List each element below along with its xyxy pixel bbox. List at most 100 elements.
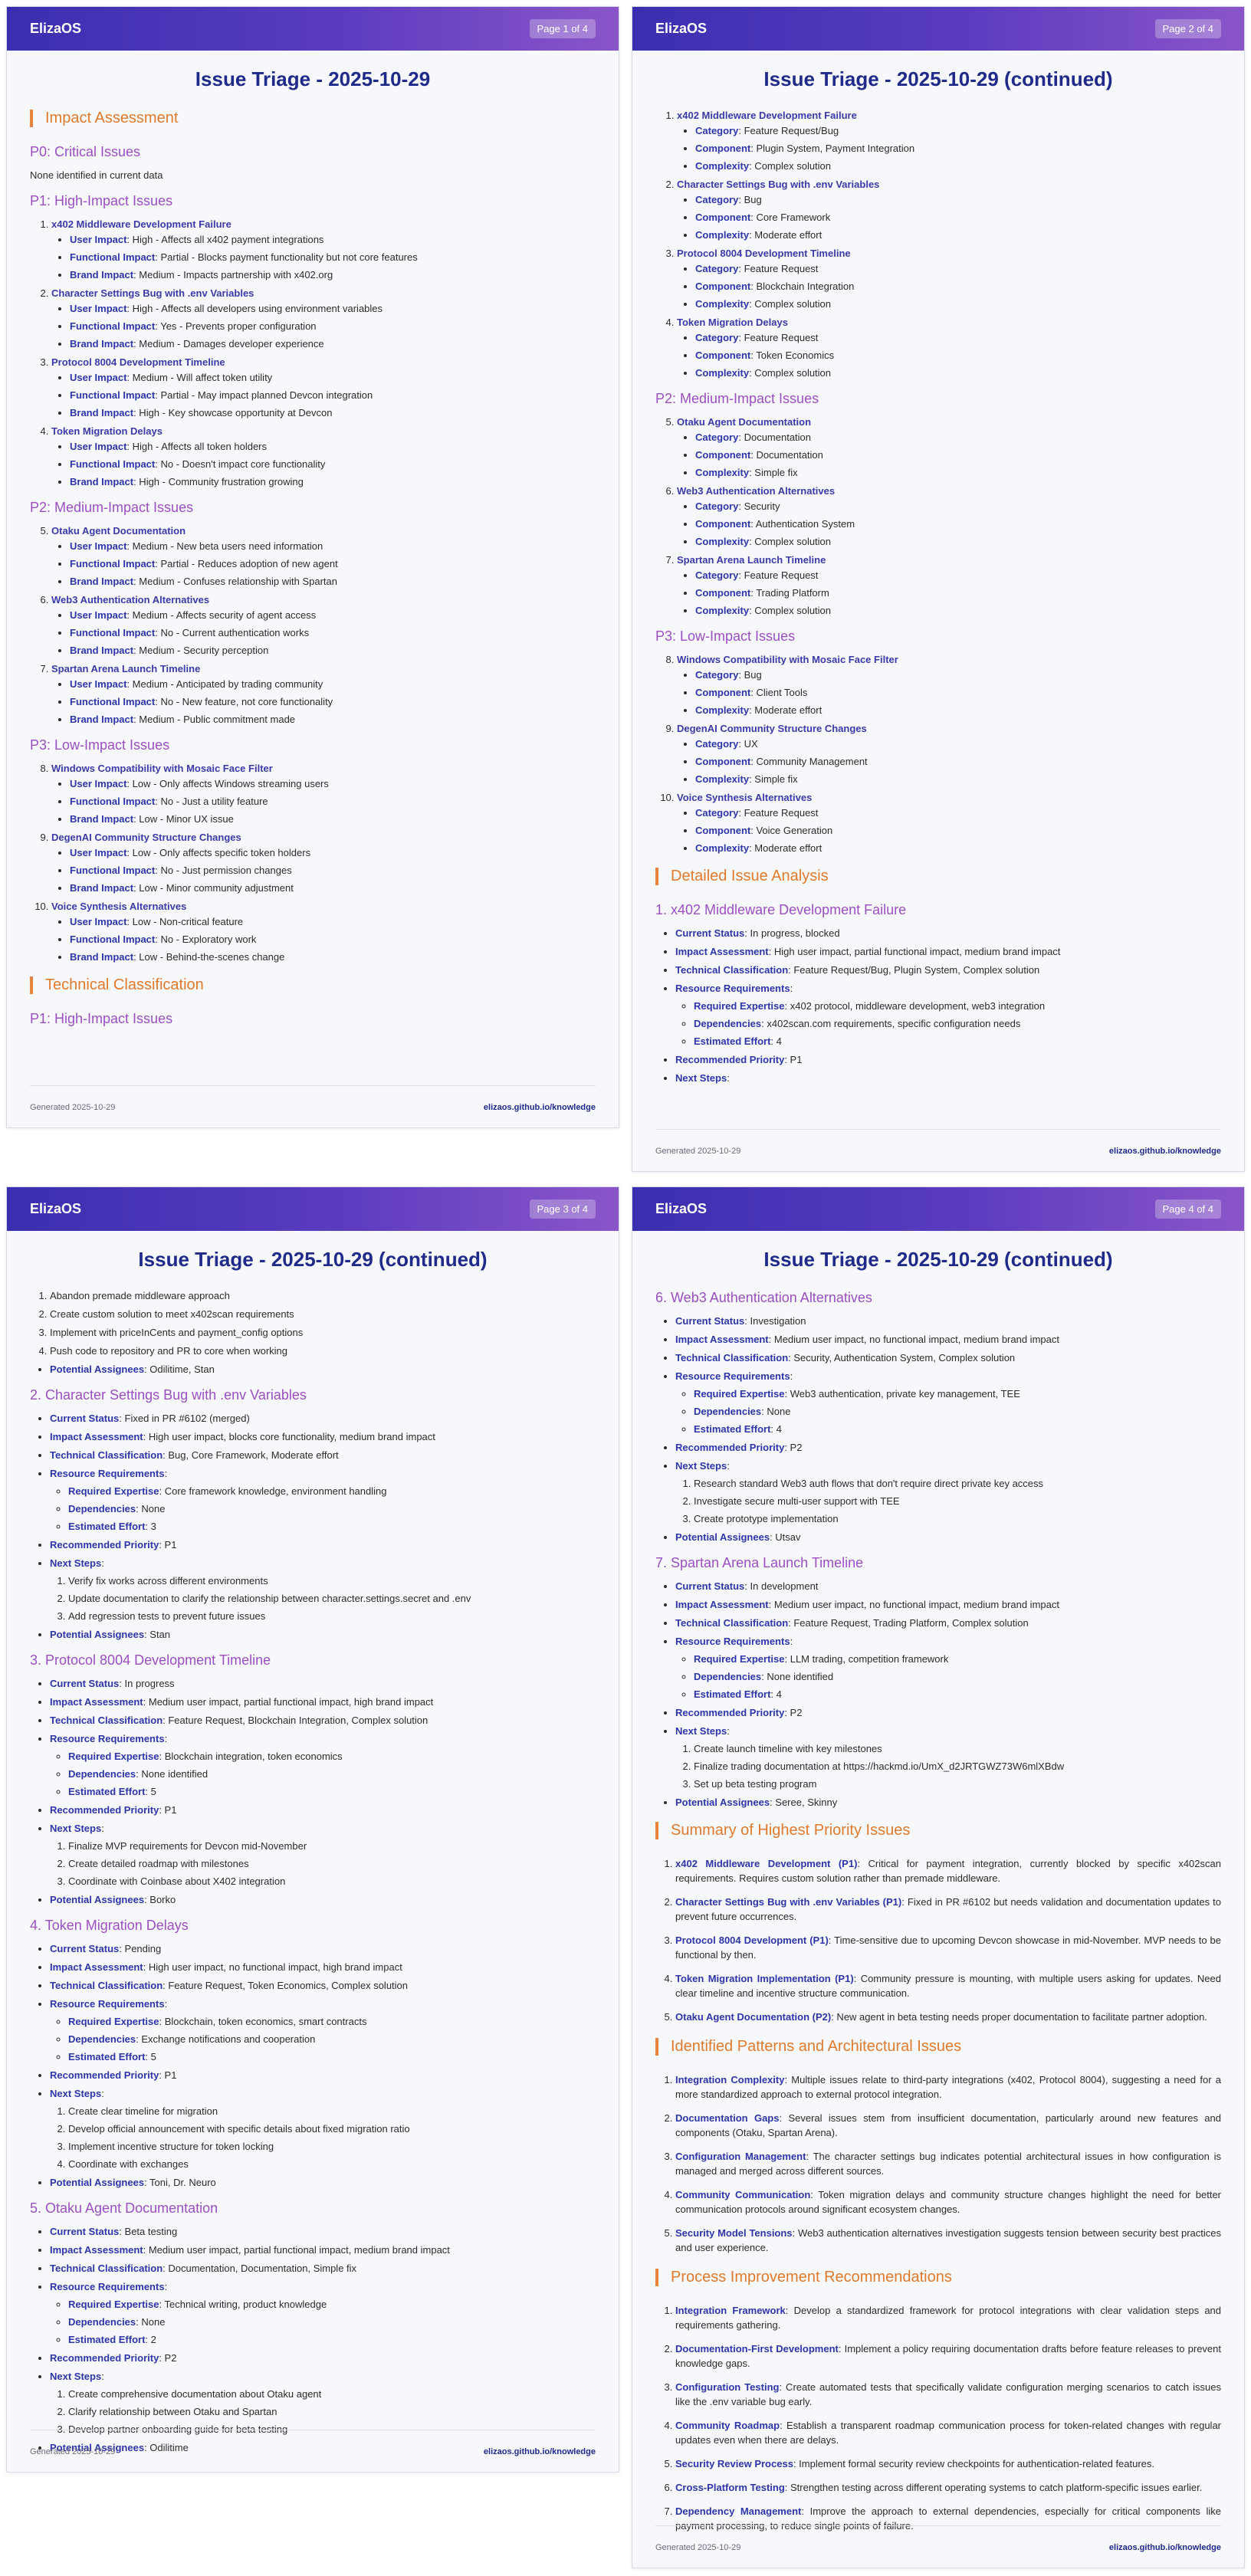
detail-row: Category: Feature Request	[695, 570, 1221, 581]
detail-text: :	[790, 983, 793, 994]
detail-text: : Toni, Dr. Neuro	[144, 2177, 216, 2188]
detail-label: User Impact	[70, 916, 127, 927]
issue-name: Windows Compatibility with Mosaic Face F…	[677, 654, 898, 665]
detail-label: Required Expertise	[694, 1388, 785, 1400]
detail-row: Required Expertise: x402 protocol, middl…	[694, 1000, 1221, 1012]
detail-text: : Low - Behind-the-scenes change	[133, 951, 285, 963]
detail-row: Next Steps: Finalize MVP requirements for…	[50, 1823, 596, 1887]
detail-text: : Blockchain Integration	[750, 281, 855, 292]
detail-label: Technical Classification	[675, 1352, 789, 1363]
detail-label: Next Steps	[50, 2088, 102, 2099]
detail-label: Category	[695, 569, 739, 581]
item-label: Documentation Gaps	[675, 2112, 780, 2124]
footer-link[interactable]: elizaos.github.io/knowledge	[484, 1103, 596, 1112]
detail-label: Functional Impact	[70, 251, 156, 263]
detail-row: Impact Assessment: High user impact, no …	[50, 1961, 596, 1973]
page-1: ElizaOS Page 1 of 4 Issue Triage - 2025-…	[6, 6, 619, 1128]
detail-row: User Impact: Medium - Will affect token …	[70, 372, 596, 383]
issue-heading: 5. Otaku Agent Documentation	[30, 2200, 218, 2216]
list-item: Documentation Gaps: Several issues stem …	[675, 2111, 1221, 2140]
page-footer: Generated 2025-10-29 elizaos.github.io/k…	[30, 2430, 596, 2456]
list-item: x402 Middleware Development Failure Cate…	[677, 110, 1221, 172]
detail-text: :	[164, 1733, 168, 1744]
section-heading: Detailed Issue Analysis	[655, 868, 1221, 885]
detail-label: Impact Assessment	[50, 1961, 143, 1973]
list-item: Investigate secure multi-user support wi…	[694, 1495, 1221, 1507]
detail-label: Dependencies	[68, 1768, 136, 1780]
footer-link[interactable]: elizaos.github.io/knowledge	[1109, 2543, 1221, 2552]
detail-text: : High user impact, blocks core function…	[143, 1431, 435, 1442]
detail-row: Complexity: Complex solution	[695, 368, 1221, 379]
detail-label: Next Steps	[675, 1725, 727, 1737]
detail-label: Functional Impact	[70, 320, 156, 332]
priority-heading: P2: Medium-Impact Issues	[655, 391, 819, 406]
item-label: Documentation-First Development	[675, 2343, 839, 2354]
issue-name: Web3 Authentication Alternatives	[677, 485, 836, 497]
list-item: Integration Complexity: Multiple issues …	[675, 2072, 1221, 2102]
detail-row: Complexity: Complex solution	[695, 605, 1221, 616]
list-item: Set up beta testing program	[694, 1778, 1221, 1790]
issue-details: Current Status: Fixed in PR #6102 (merge…	[30, 1413, 596, 1640]
detail-row: Component: Trading Platform	[695, 588, 1221, 599]
detail-row: Functional Impact: No - Just permission …	[70, 865, 596, 876]
priority-heading: P1: High-Impact Issues	[30, 193, 173, 208]
detail-label: Component	[695, 449, 751, 461]
issue-name: Token Migration Delays	[677, 317, 788, 328]
detail-text: : Bug, Core Framework, Moderate effort	[163, 1449, 339, 1461]
detail-label: Dependencies	[694, 1018, 762, 1029]
detail-label: Recommended Priority	[50, 1539, 159, 1551]
detail-row: Functional Impact: No - Just a utility f…	[70, 796, 596, 807]
detail-text: : 4	[770, 1688, 782, 1700]
detail-row: Category: Feature Request/Bug	[695, 126, 1221, 136]
detail-text: : Low - Minor UX issue	[133, 813, 234, 825]
detail-text: : Pending	[119, 1943, 162, 1954]
detail-label: Category	[695, 194, 739, 205]
list-item: Create prototype implementation	[694, 1513, 1221, 1524]
detail-row: Impact Assessment: High user impact, blo…	[50, 1431, 596, 1442]
issue-name: Otaku Agent Documentation	[51, 525, 186, 537]
detail-label: Category	[695, 807, 739, 819]
detail-label: User Impact	[70, 847, 127, 858]
detail-text: : High - Key showcase opportunity at Dev…	[133, 407, 333, 418]
footer-link[interactable]: elizaos.github.io/knowledge	[1109, 1147, 1221, 1156]
detail-text: : None identified	[761, 1671, 834, 1682]
detail-text: : Plugin System, Payment Integration	[750, 143, 915, 154]
detail-row: Complexity: Moderate effort	[695, 705, 1221, 716]
detail-label: Functional Impact	[70, 558, 156, 569]
detail-label: Resource Requirements	[50, 1733, 165, 1744]
detail-row: Brand Impact: Low - Behind-the-scenes ch…	[70, 952, 596, 963]
detail-label: Resource Requirements	[675, 1636, 790, 1647]
detail-label: Category	[695, 263, 739, 274]
detail-text: : Feature Request	[738, 807, 819, 819]
detail-row: Next Steps:	[675, 1072, 1221, 1084]
detail-text: : Documentation, Documentation, Simple f…	[163, 2263, 357, 2274]
detail-text: : Partial - May impact planned Devcon in…	[155, 389, 373, 401]
list-item: Windows Compatibility with Mosaic Face F…	[677, 654, 1221, 716]
issue-list: Otaku Agent Documentation User Impact: M…	[30, 525, 596, 725]
page-badge: Page 2 of 4	[1154, 19, 1221, 38]
detail-label: Brand Impact	[70, 714, 134, 725]
list-item: Implement incentive structure for token …	[68, 2141, 596, 2152]
detail-label: User Impact	[70, 678, 127, 690]
detail-label: Required Expertise	[68, 1751, 159, 1762]
detail-text: : Feature Request/Bug, Plugin System, Co…	[788, 964, 1040, 976]
item-label: Integration Complexity	[675, 2074, 785, 2085]
detail-text: : Documentation	[738, 432, 812, 443]
detail-row: Estimated Effort: 3	[68, 1521, 596, 1532]
detail-text: : None	[136, 2316, 166, 2328]
detail-row: Complexity: Simple fix	[695, 468, 1221, 478]
detail-label: Component	[695, 281, 751, 292]
page-badge: Page 1 of 4	[529, 19, 596, 38]
list-item: Cross-Platform Testing: Strengthen testi…	[675, 2480, 1221, 2495]
detail-row: Dependencies: None identified	[68, 1768, 596, 1780]
detail-text: : No - Doesn't impact core functionality	[155, 458, 326, 470]
footer-link[interactable]: elizaos.github.io/knowledge	[484, 2447, 596, 2456]
list-item: Add regression tests to prevent future i…	[68, 1610, 596, 1622]
detail-text: : Feature Request, Token Economics, Comp…	[163, 1980, 409, 1991]
detail-row: Functional Impact: No - New feature, not…	[70, 697, 596, 707]
detail-label: Recommended Priority	[50, 2069, 159, 2081]
detail-label: Current Status	[50, 2226, 120, 2237]
detail-text: : Utsav	[770, 1531, 801, 1543]
detail-text: : Fixed in PR #6102 (merged)	[119, 1413, 250, 1424]
detail-row: Component: Plugin System, Payment Integr…	[695, 143, 1221, 154]
